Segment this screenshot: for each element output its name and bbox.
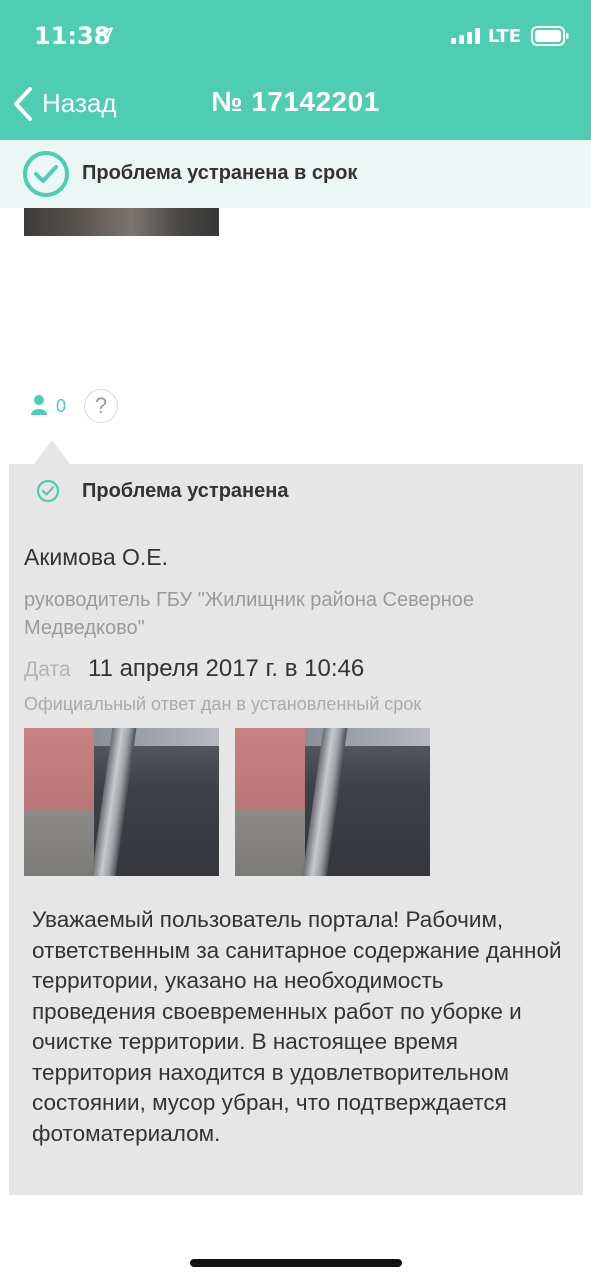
- card-pointer: [34, 440, 70, 464]
- likes-counter[interactable]: 0: [30, 394, 66, 420]
- check-circle-icon: [36, 479, 60, 503]
- problem-photo[interactable]: [24, 208, 219, 236]
- response-photo[interactable]: [24, 728, 219, 876]
- page-title: № 17142201: [211, 86, 380, 117]
- person-icon: [31, 395, 47, 415]
- help-button[interactable]: ?: [84, 389, 118, 423]
- response-photo[interactable]: [235, 728, 430, 876]
- official-response-card: Проблема устранена Акимова О.Е. руководи…: [9, 464, 583, 1195]
- status-banner: Проблема устранена в срок: [0, 140, 591, 208]
- response-position: руководитель ГБУ "Жилищник района Северн…: [24, 589, 475, 639]
- signal-bars-icon: [451, 28, 481, 44]
- network-label: LTE: [487, 26, 521, 47]
- home-indicator[interactable]: [190, 1259, 402, 1267]
- response-author: Акимова О.Е.: [24, 544, 169, 570]
- location-arrow-icon: [97, 27, 113, 43]
- response-text: Уважаемый пользователь портала! Рабочим,…: [32, 907, 562, 1146]
- battery-icon: [531, 26, 569, 46]
- official-note: Официальный ответ дан в установленный ср…: [24, 694, 422, 714]
- header-bar: 11:38 LTE Назад № 17142201: [0, 0, 591, 140]
- like-count: 0: [56, 396, 67, 416]
- date-value: 11 апреля 2017 г. в 10:46: [88, 655, 365, 682]
- banner-text: Проблема устранена в срок: [82, 162, 358, 184]
- response-status: Проблема устранена: [82, 480, 289, 502]
- check-circle-icon: [23, 151, 69, 197]
- date-label: Дата: [24, 658, 71, 681]
